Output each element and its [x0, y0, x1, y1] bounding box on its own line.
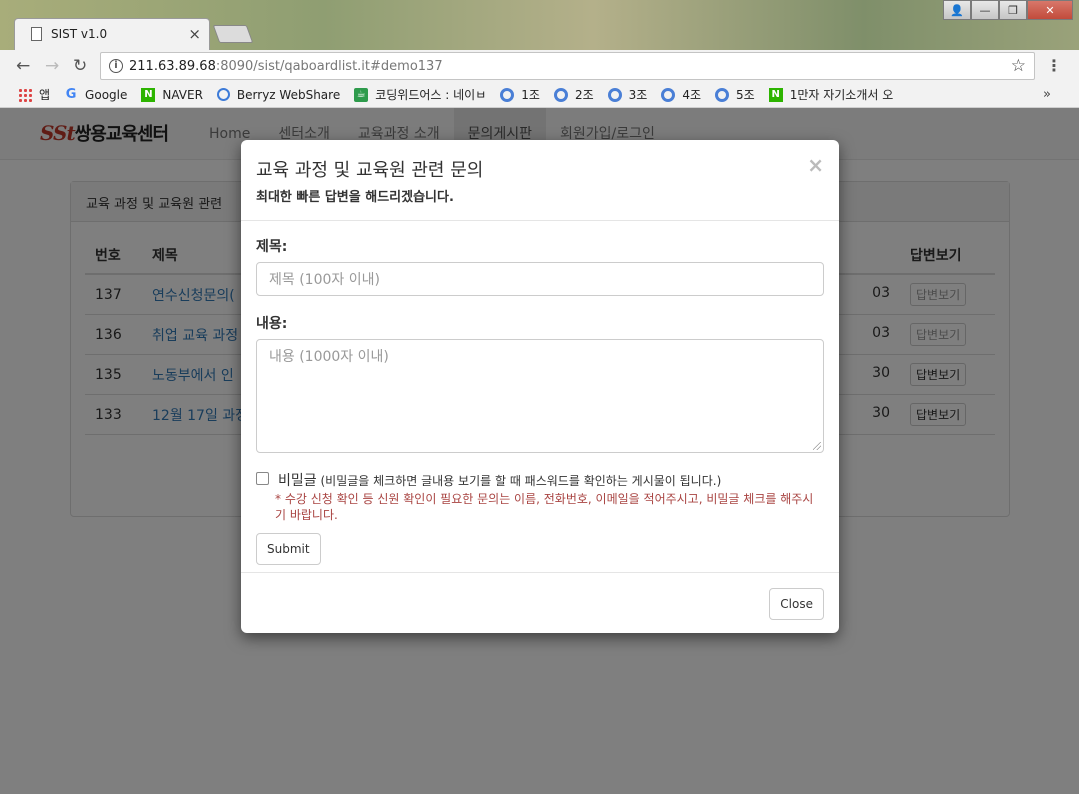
- naver-icon: N: [141, 87, 156, 102]
- apps-icon: [18, 87, 32, 102]
- new-tab-button[interactable]: [212, 25, 254, 43]
- modal-title: 교육 과정 및 교육원 관련 문의: [256, 160, 484, 181]
- secret-label: 비밀글 (비밀글을 체크하면 글내용 보기를 할 때 패스워드를 확인하는 게시…: [278, 473, 722, 489]
- modal-header: 교육 과정 및 교육원 관련 문의 최대한 빠른 답변을 해드리겠습니다. ×: [241, 140, 839, 221]
- submit-button[interactable]: Submit: [256, 533, 321, 565]
- content-placeholder: 내용 (1000자 이내): [269, 349, 389, 365]
- back-arrow-icon[interactable]: ←: [16, 56, 30, 76]
- subject-label: 제목:: [256, 239, 288, 255]
- google-icon: G: [65, 87, 77, 102]
- bookmarks-overflow-icon[interactable]: »: [1043, 87, 1051, 102]
- bookmark-google[interactable]: G Google: [64, 87, 128, 102]
- bookmark-team2[interactable]: 2조: [553, 86, 594, 103]
- document-icon: [31, 27, 42, 41]
- bookmark-codingwithus[interactable]: ☕ 코딩위드어스 : 네이ㅂ: [354, 86, 486, 103]
- naver-icon: N: [768, 87, 783, 102]
- bookmark-team5[interactable]: 5조: [715, 86, 755, 103]
- secret-checkbox[interactable]: [256, 472, 269, 485]
- resize-handle-icon[interactable]: [813, 442, 821, 450]
- address-bar[interactable]: i 211.63.89.68:8090/sist/qaboardlist.it#…: [100, 52, 1035, 80]
- berryz-icon: [216, 88, 230, 101]
- bookmark-naver[interactable]: N NAVER: [141, 87, 203, 102]
- tab-close-icon[interactable]: ×: [188, 25, 201, 43]
- modal-footer: Close: [241, 572, 839, 633]
- maximize-button[interactable]: ❐: [999, 0, 1027, 20]
- minimize-button[interactable]: —: [971, 0, 999, 20]
- content-textarea[interactable]: 내용 (1000자 이내): [256, 339, 824, 453]
- bookmark-team1[interactable]: 1조: [500, 86, 540, 103]
- browser-tab[interactable]: SIST v1.0 ×: [14, 18, 210, 50]
- content-label: 내용:: [256, 316, 288, 332]
- close-icon[interactable]: ×: [807, 153, 824, 177]
- target-icon: [500, 87, 515, 102]
- bookmark-berryz[interactable]: Berryz WebShare: [216, 88, 340, 102]
- bookmark-apps[interactable]: 앱: [18, 86, 50, 103]
- tab-title: SIST v1.0: [51, 27, 108, 41]
- modal-body: 제목: 제목 (100자 이내) 내용: 내용 (1000자 이내) 비밀글 (…: [241, 221, 839, 572]
- bookmarks-bar: 앱 G Google N NAVER Berryz WebShare ☕ 코딩위드어스…: [0, 82, 1079, 108]
- modal-subtitle: 최대한 빠른 답변을 해드리겠습니다.: [256, 190, 454, 205]
- profile-icon[interactable]: 👤: [943, 0, 971, 20]
- target-icon: [553, 87, 568, 102]
- secret-warning-text: * 수강 신청 확인 등 신원 확인이 필요한 문의는 이름, 전화번호, 이메…: [275, 492, 814, 522]
- kebab-menu-icon[interactable]: ⋮: [1046, 56, 1062, 75]
- inquiry-modal: 교육 과정 및 교육원 관련 문의 최대한 빠른 답변을 해드리겠습니다. × …: [241, 140, 839, 633]
- bookmark-team4[interactable]: 4조: [661, 86, 701, 103]
- bookmark-star-icon[interactable]: ☆: [1011, 56, 1026, 76]
- info-icon[interactable]: i: [109, 59, 123, 73]
- reload-icon[interactable]: ↻: [73, 56, 87, 76]
- window-controls: 👤 — ❐ ✕: [943, 0, 1073, 20]
- url-text: 211.63.89.68:8090/sist/qaboardlist.it#de…: [129, 59, 443, 74]
- close-button[interactable]: Close: [769, 588, 824, 620]
- browser-toolbar: ← → ↻ i 211.63.89.68:8090/sist/qaboardli…: [0, 50, 1079, 82]
- bookmark-self-intro[interactable]: N 1만자 자기소개서 오: [768, 86, 893, 103]
- window-close-button[interactable]: ✕: [1027, 0, 1073, 20]
- target-icon: [607, 87, 622, 102]
- coding-icon: ☕: [354, 87, 369, 102]
- forward-arrow-icon[interactable]: →: [45, 56, 59, 76]
- browser-titlebar: SIST v1.0 × 👤 — ❐ ✕: [0, 0, 1079, 50]
- secret-option: 비밀글 (비밀글을 체크하면 글내용 보기를 할 때 패스워드를 확인하는 게시…: [256, 470, 824, 490]
- target-icon: [715, 87, 729, 102]
- subject-input[interactable]: 제목 (100자 이내): [256, 262, 824, 296]
- target-icon: [661, 87, 676, 102]
- bookmark-team3[interactable]: 3조: [607, 86, 647, 103]
